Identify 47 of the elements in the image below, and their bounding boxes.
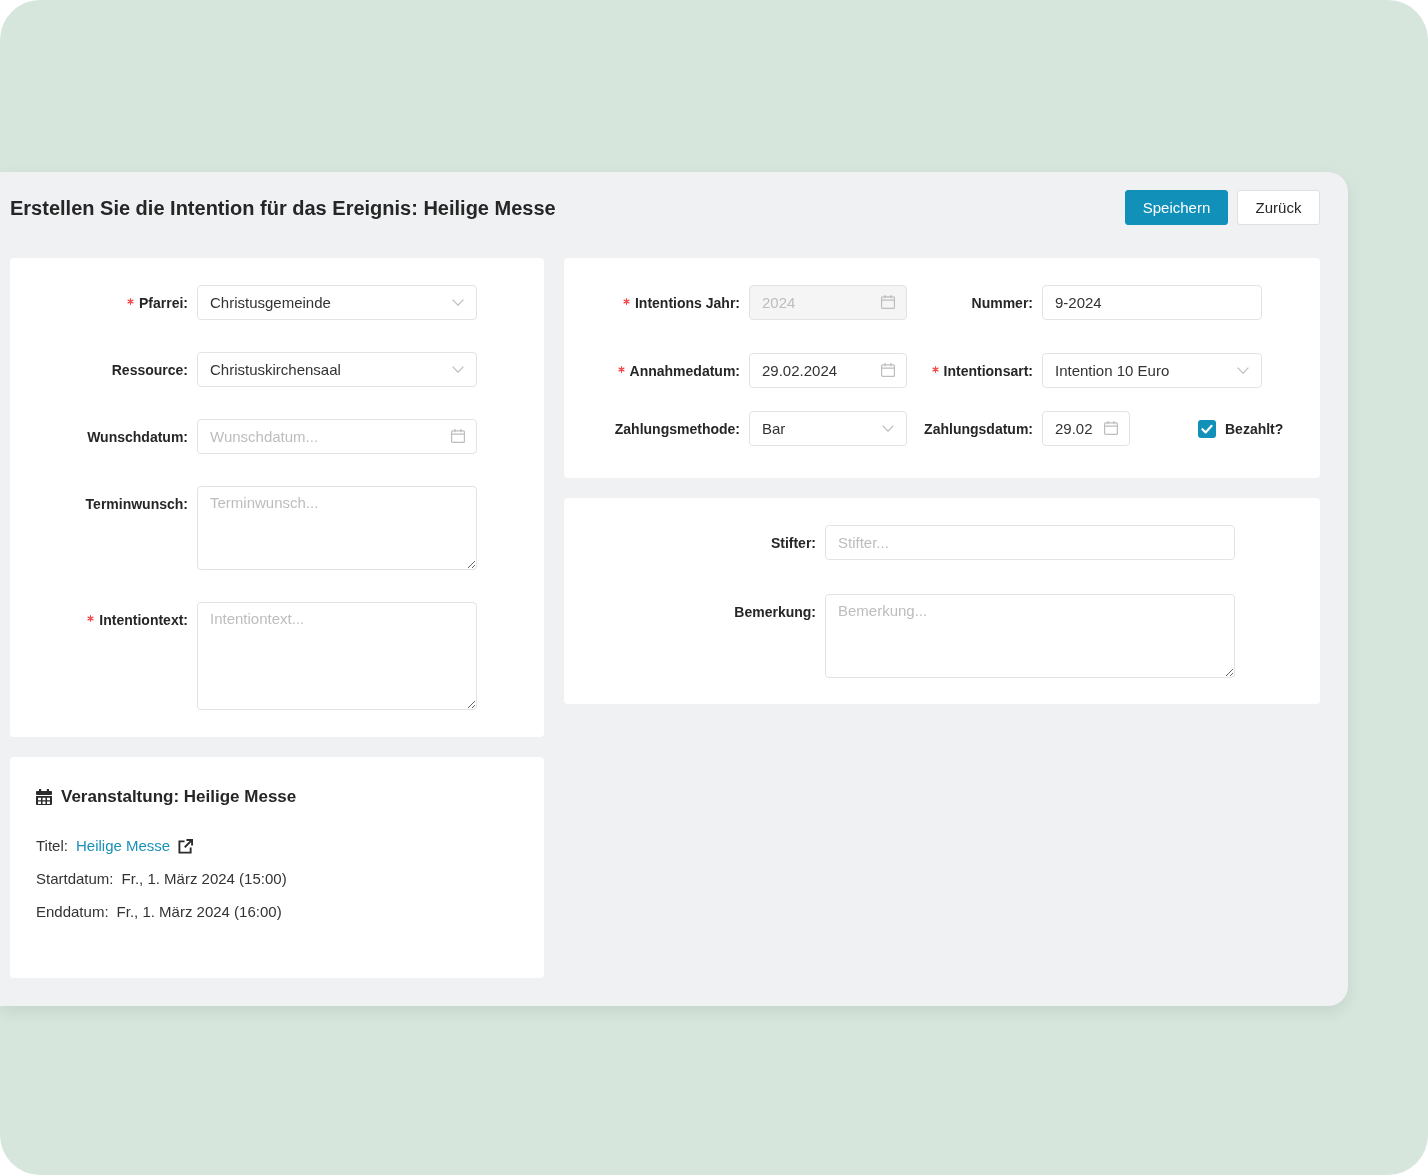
chevron-down-icon xyxy=(452,299,464,306)
select-field[interactable]: Christuskirchensaal xyxy=(197,352,477,387)
field-label: Annahmedatum: xyxy=(629,362,740,379)
date-field[interactable]: Wunschdatum... xyxy=(197,419,477,454)
calendar-icon xyxy=(1104,421,1118,435)
detail-label: Enddatum: xyxy=(36,902,109,922)
field-label: Nummer: xyxy=(971,294,1033,311)
field-label: Terminwunsch: xyxy=(85,495,188,512)
back-button[interactable]: Zurück xyxy=(1237,190,1320,225)
date-field[interactable]: 29.02.2024 xyxy=(749,353,907,388)
save-button[interactable]: Speichern xyxy=(1125,190,1228,225)
page-title: Erstellen Sie die Intention für das Ereignis: Heilige Messe xyxy=(10,195,556,221)
chevron-down-icon xyxy=(1237,367,1249,374)
chevron-down-icon xyxy=(882,425,894,432)
textarea-field[interactable]: Bemerkung... xyxy=(825,594,1235,678)
select-field[interactable]: Bar xyxy=(749,411,907,446)
detail-label: Titel: xyxy=(36,836,68,856)
field-label: Intentions Jahr: xyxy=(635,294,740,311)
external-link-icon xyxy=(178,838,194,854)
field-label: Pfarrei: xyxy=(138,294,188,311)
field-label: Zahlungsdatum: xyxy=(924,420,1033,437)
select-field[interactable]: Christusgemeinde xyxy=(197,285,477,320)
field-label: Ressource: xyxy=(111,361,188,378)
checkbox[interactable] xyxy=(1198,419,1216,438)
field-label: Wunschdatum: xyxy=(87,428,188,445)
detail-value: Fr., 1. März 2024 (16:00) xyxy=(116,902,282,922)
field-label: Stifter: xyxy=(770,534,816,551)
textarea-field[interactable]: Intentiontext... xyxy=(197,602,477,710)
text-field[interactable]: 9-2024 xyxy=(1042,285,1262,320)
card-title: Veranstaltung: Heilige Messe xyxy=(61,786,297,808)
calendar-icon xyxy=(881,363,895,377)
calendar-icon xyxy=(451,429,465,443)
textarea-field[interactable]: Terminwunsch... xyxy=(197,486,477,570)
field-label: Intentionsart: xyxy=(943,362,1033,379)
field-label: Intentiontext: xyxy=(99,611,188,628)
text-field[interactable]: Stifter... xyxy=(825,525,1235,560)
field-label: Bemerkung: xyxy=(734,603,816,620)
chevron-down-icon xyxy=(452,366,464,373)
detail-value: Fr., 1. März 2024 (15:00) xyxy=(121,869,287,889)
date-field[interactable]: 29.02 xyxy=(1042,411,1130,446)
event-link[interactable]: Heilige Messe xyxy=(75,835,171,857)
field-label: Zahlungsmethode: xyxy=(614,420,740,437)
calendar-icon xyxy=(36,789,52,805)
select-field[interactable]: Intention 10 Euro xyxy=(1042,353,1262,388)
calendar-icon xyxy=(881,295,895,309)
detail-label: Startdatum: xyxy=(36,869,114,889)
checkbox-label[interactable]: Bezahlt? xyxy=(1225,420,1284,437)
